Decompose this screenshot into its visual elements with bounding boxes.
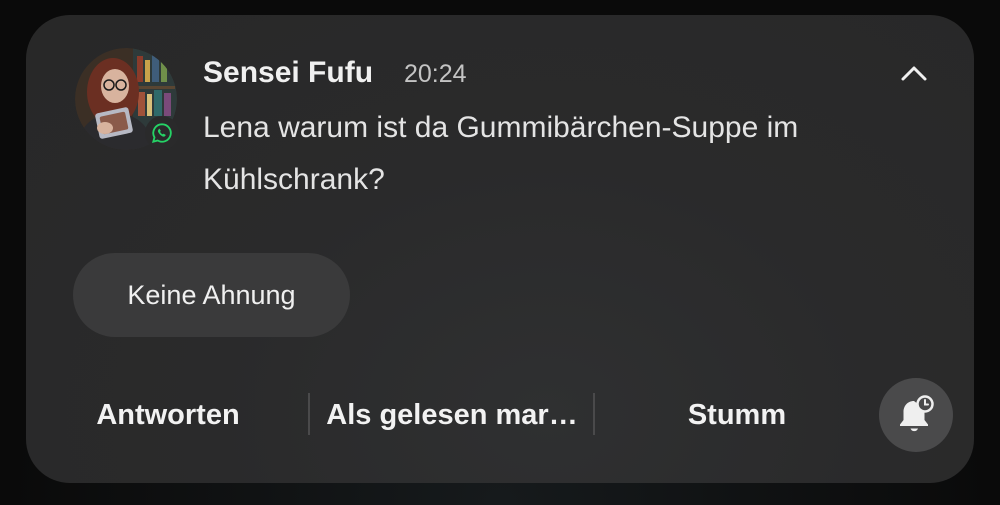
bell-snooze-icon — [900, 395, 934, 432]
notification-card[interactable]: Sensei Fufu 20:24 Lena warum ist da Gumm… — [26, 15, 974, 483]
mute-button[interactable]: Stumm — [594, 383, 880, 447]
mark-as-read-button[interactable]: Als gelesen mar… — [312, 383, 592, 447]
quick-reply-chip[interactable]: Keine Ahnung — [73, 253, 350, 337]
chevron-up-icon — [901, 66, 927, 81]
action-bar: Antworten Als gelesen mar… Stumm — [26, 383, 974, 447]
sender-name: Sensei Fufu — [203, 56, 374, 89]
timestamp: 20:24 — [404, 60, 467, 88]
lockscreen-background: Sensei Fufu 20:24 Lena warum ist da Gumm… — [0, 0, 1000, 505]
reply-button[interactable]: Antworten — [74, 383, 262, 447]
collapse-button[interactable] — [892, 53, 936, 93]
message-text: Lena warum ist da Gummibärchen-Suppe im … — [203, 111, 799, 196]
snooze-button[interactable] — [879, 378, 953, 452]
whatsapp-icon — [151, 123, 172, 144]
whatsapp-badge — [145, 116, 179, 150]
contact-avatar[interactable] — [75, 48, 179, 150]
action-divider — [308, 393, 310, 435]
